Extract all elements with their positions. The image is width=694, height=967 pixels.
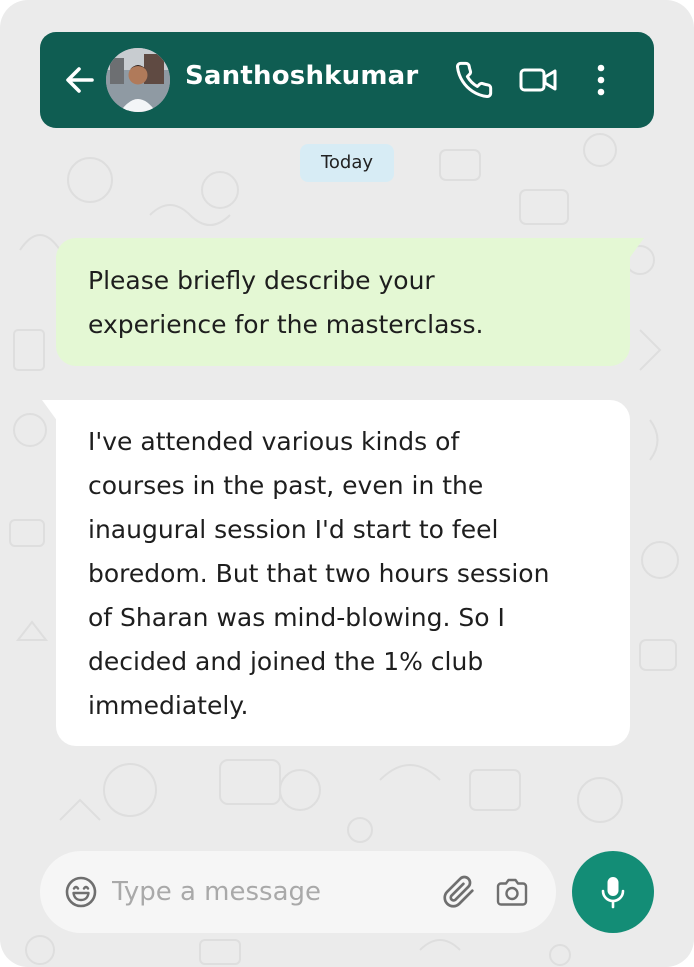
voice-message-button[interactable] (572, 851, 654, 933)
contact-name[interactable]: Santhoshkumar (185, 61, 418, 91)
back-arrow-icon (66, 67, 94, 93)
camera-icon (496, 878, 528, 906)
message-line: courses in the past, even in the (88, 471, 484, 500)
more-options-button[interactable] (581, 60, 621, 100)
outgoing-message-bubble[interactable]: Please briefly describe your experience … (56, 238, 644, 366)
message-line: I've attended various kinds of (88, 427, 460, 456)
microphone-icon (601, 877, 625, 909)
video-call-button[interactable] (518, 60, 558, 100)
message-composer (40, 851, 556, 933)
camera-button[interactable] (495, 876, 529, 910)
message-line: boredom. But that two hours session (88, 559, 550, 588)
more-options-icon (597, 64, 605, 96)
video-camera-icon (519, 68, 557, 92)
attach-button[interactable] (442, 875, 476, 909)
message-line: inaugural session I'd start to feel (88, 515, 499, 544)
message-line: immediately. (88, 691, 249, 720)
message-line: decided and joined the 1% club (88, 647, 484, 676)
message-line: experience for the masterclass. (88, 310, 484, 339)
emoji-button[interactable] (64, 875, 98, 909)
back-button[interactable] (60, 60, 100, 100)
bubble-tail (42, 400, 58, 422)
message-line: Please briefly describe your (88, 266, 435, 295)
date-divider: Today (300, 144, 394, 182)
message-input[interactable] (112, 872, 382, 912)
chat-header: Santhoshkumar (40, 32, 654, 128)
bubble-tail (628, 238, 644, 260)
chat-screen: Santhoshkumar Today Please briefly descr (0, 0, 694, 967)
message-line: of Sharan was mind-blowing. So I (88, 603, 505, 632)
voice-call-button[interactable] (454, 60, 494, 100)
emoji-icon (65, 876, 97, 908)
avatar-image (106, 48, 170, 112)
contact-avatar[interactable] (106, 48, 170, 112)
phone-icon (456, 61, 493, 98)
incoming-message-bubble[interactable]: I've attended various kinds of courses i… (42, 400, 630, 746)
paperclip-icon (443, 875, 474, 908)
